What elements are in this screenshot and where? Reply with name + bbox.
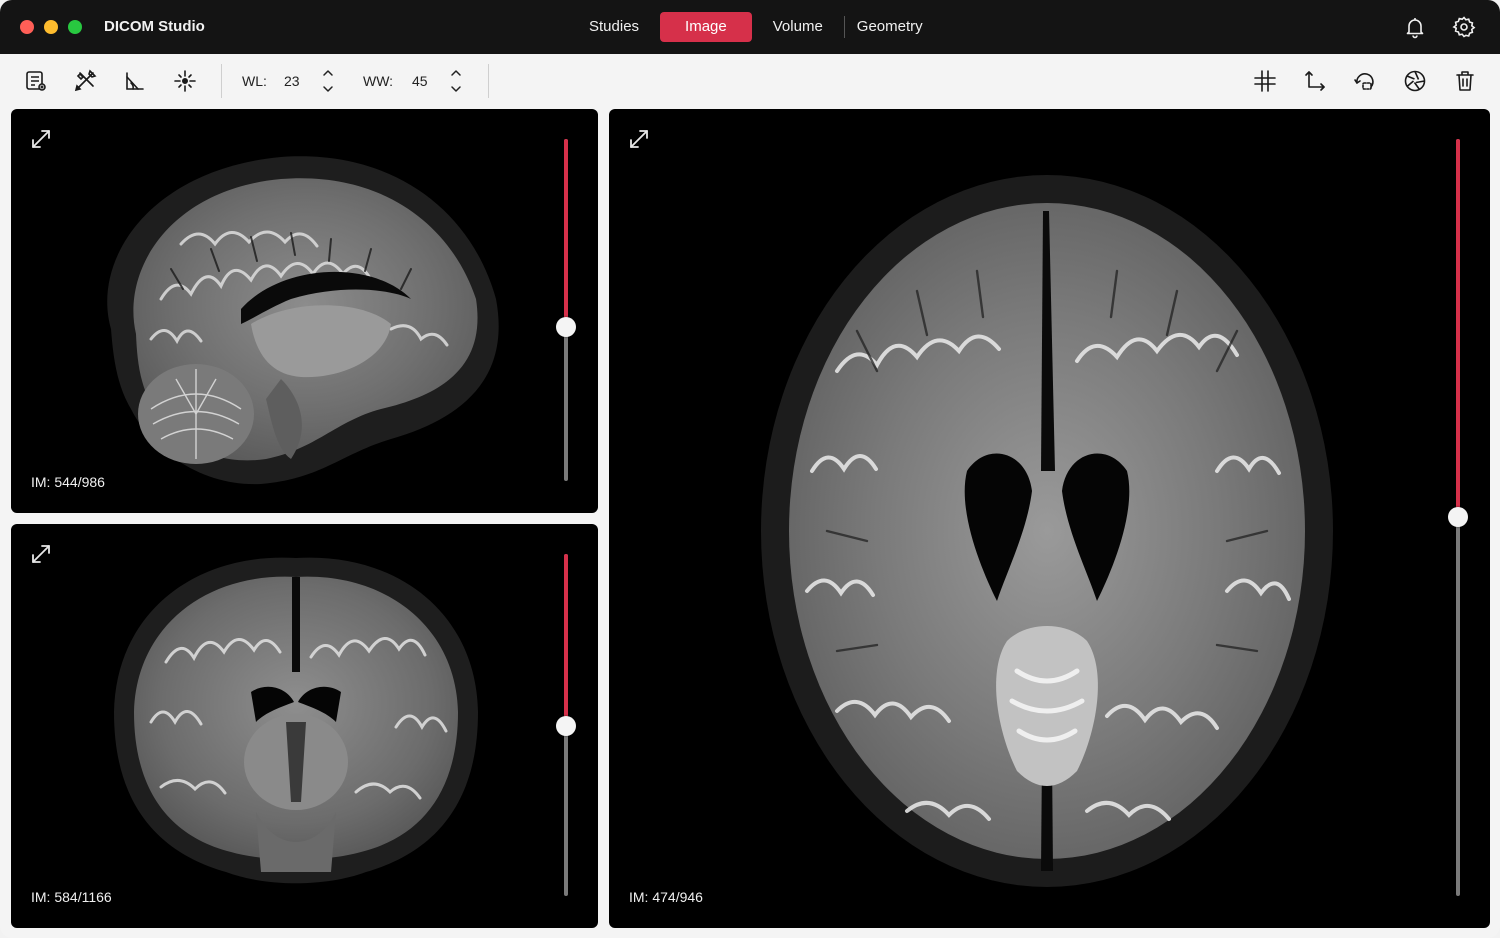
trash-icon[interactable] [1452,68,1478,94]
image-index-label: IM: 584/1166 [31,889,112,905]
slider-thumb[interactable] [556,317,576,337]
coronal-viewport[interactable]: IM: 584/1166 [11,524,598,928]
toolbar: WL: 23 WW: 45 [0,54,1500,108]
axial-viewport[interactable]: IM: 474/946 [609,109,1490,928]
ww-value[interactable]: 45 [412,73,428,90]
sagittal-viewport[interactable]: IM: 544/986 [11,109,598,513]
window-minimize-button[interactable] [44,20,58,34]
slider-thumb[interactable] [1448,507,1468,527]
main-nav: Studies Image Volume Geometry [572,12,940,42]
slice-slider[interactable] [556,554,576,896]
image-index-label: IM: 474/946 [629,889,703,905]
report-icon[interactable] [23,68,49,94]
grid-icon[interactable] [1252,68,1278,94]
slice-slider[interactable] [1448,139,1468,896]
app-window: DICOM Studio Studies Image Volume Geomet… [0,0,1500,938]
wl-stepper[interactable] [321,67,335,95]
expand-icon[interactable] [627,127,651,151]
slider-fill [1456,139,1460,517]
ww-label: WW: [363,73,394,89]
slider-fill [564,139,568,327]
wl-value[interactable]: 23 [284,73,300,90]
bell-icon[interactable] [1403,15,1427,39]
expand-icon[interactable] [29,127,53,151]
tab-geometry[interactable]: Geometry [849,12,940,42]
gear-icon[interactable] [1452,15,1476,39]
title-bar: DICOM Studio Studies Image Volume Geomet… [0,0,1500,54]
tab-studies[interactable]: Studies [572,12,656,42]
rotate-icon[interactable] [1352,68,1378,94]
wl-label: WL: [242,73,267,89]
toolbar-divider [488,64,489,98]
angle-measure-icon[interactable] [122,68,148,94]
slider-thumb[interactable] [556,716,576,736]
slider-fill [564,554,568,726]
sagittal-brain-image [107,156,499,485]
tab-volume[interactable]: Volume [756,12,840,42]
axial-brain-image [761,175,1333,887]
toolbar-divider [221,64,222,98]
nav-divider [843,16,845,38]
axes-icon[interactable] [1302,68,1328,94]
tools-icon[interactable] [72,68,98,94]
aperture-icon[interactable] [1402,68,1428,94]
coronal-brain-image [114,557,478,884]
expand-icon[interactable] [29,542,53,566]
tab-image[interactable]: Image [660,12,752,42]
slice-slider[interactable] [556,139,576,481]
window-maximize-button[interactable] [68,20,82,34]
ww-stepper[interactable] [449,67,463,95]
image-index-label: IM: 544/986 [31,474,105,490]
app-title: DICOM Studio [104,18,205,35]
crosshair-icon[interactable] [172,68,198,94]
window-close-button[interactable] [20,20,34,34]
